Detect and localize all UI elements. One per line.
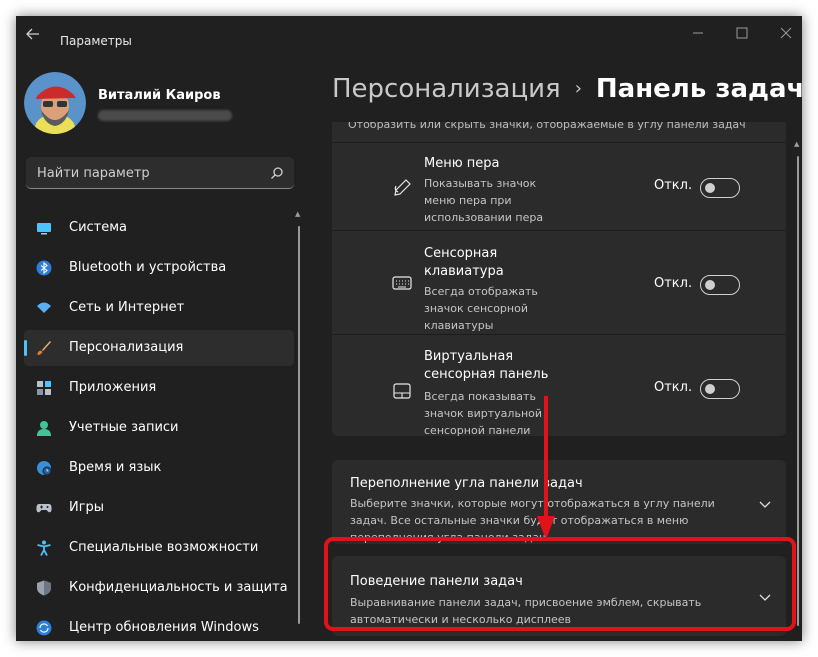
- pen-menu-toggle[interactable]: [700, 178, 740, 198]
- wifi-icon: [37, 302, 51, 313]
- pen-icon: [394, 179, 411, 196]
- sidebar-item-system[interactable]: Система: [24, 210, 294, 246]
- brush-icon: [37, 341, 51, 355]
- sidebar-item-personalization[interactable]: Персонализация: [24, 330, 294, 366]
- breadcrumb: Персонализация › Панель задач: [332, 74, 802, 104]
- toggle-state-label: Откл.: [654, 380, 693, 395]
- red-highlight-frame: [324, 537, 796, 631]
- sidebar-scroll-thumb[interactable]: [298, 226, 300, 624]
- monitor-icon: [37, 223, 51, 235]
- row-title: Меню пера: [424, 156, 500, 171]
- row-title: Сенсорная клавиатура: [424, 246, 504, 279]
- sidebar-item-accessibility[interactable]: Специальные возможности: [24, 530, 294, 566]
- back-arrow-icon[interactable]: [24, 25, 42, 43]
- setting-row-pen-menu: Меню пера Показывать значок меню пера пр…: [332, 142, 786, 230]
- taskbar-corner-overflow-card[interactable]: Переполнение угла панели задач Выберите …: [332, 460, 786, 544]
- main-scroll-thumb[interactable]: [797, 156, 799, 626]
- sidebar-item-apps[interactable]: Приложения: [24, 370, 294, 406]
- scroll-up-icon[interactable]: ▲: [295, 210, 300, 218]
- sidebar-item-network[interactable]: Сеть и Интернет: [24, 290, 294, 326]
- close-icon[interactable]: [778, 26, 794, 40]
- toggle-knob: [705, 384, 715, 394]
- toggle-state-label: Откл.: [654, 178, 693, 193]
- red-arrow-annotation: [537, 396, 555, 540]
- sidebar-item-gaming[interactable]: Игры: [24, 490, 294, 526]
- scroll-up-icon[interactable]: ▲: [794, 140, 799, 148]
- setting-row-touch-keyboard: Сенсорная клавиатура Всегда отображать з…: [332, 230, 786, 334]
- system-tray-icons-group: Отобразить или скрыть значки, отображаем…: [332, 122, 786, 437]
- minimize-icon[interactable]: [690, 26, 706, 40]
- sidebar-item-label: Конфиденциальность и защита: [69, 580, 288, 595]
- sidebar-item-bluetooth[interactable]: Bluetooth и устройства: [24, 250, 294, 286]
- virtual-touchpad-toggle[interactable]: [700, 379, 740, 399]
- row-title: Виртуальная сенсорная панель: [424, 349, 549, 382]
- sidebar-item-label: Система: [69, 220, 128, 235]
- user-name: Виталий Каиров: [98, 88, 221, 103]
- keyboard-icon: [392, 276, 412, 290]
- sidebar-item-label: Время и язык: [69, 460, 162, 475]
- avatar[interactable]: [24, 72, 86, 134]
- sidebar-item-label: Центр обновления Windows: [69, 620, 259, 635]
- sidebar-item-label: Специальные возможности: [69, 540, 259, 555]
- row-description: Показывать значок меню пера при использо…: [424, 177, 544, 224]
- globe-clock-icon: [37, 461, 52, 476]
- search-input[interactable]: Найти параметр: [26, 157, 294, 189]
- shield-icon: [37, 580, 51, 596]
- toggle-knob: [705, 280, 715, 290]
- touch-keyboard-toggle[interactable]: [700, 275, 740, 295]
- apps-icon: [37, 381, 51, 395]
- toggle-state-label: Откл.: [654, 276, 693, 291]
- settings-window: Параметры Виталий Каиров Найти параметр: [16, 16, 802, 641]
- sidebar-item-label: Сеть и Интернет: [69, 300, 185, 315]
- sidebar-nav: Система Bluetooth и устройства Сеть и Ин…: [24, 210, 294, 641]
- main-scrollbar[interactable]: ▲: [794, 140, 800, 634]
- accessibility-icon: [37, 540, 51, 556]
- setting-row-virtual-touchpad: Виртуальная сенсорная панель Всегда пока…: [332, 334, 786, 437]
- breadcrumb-parent[interactable]: Персонализация: [332, 74, 561, 104]
- row-description: Всегда отображать значок сенсорной клави…: [424, 285, 538, 332]
- sidebar-item-label: Bluetooth и устройства: [69, 260, 227, 275]
- sidebar-item-windows-update[interactable]: Центр обновления Windows: [24, 610, 294, 641]
- chevron-down-icon[interactable]: [758, 497, 772, 511]
- gamepad-icon: [36, 504, 52, 513]
- user-icon: [37, 421, 51, 436]
- bluetooth-icon: [36, 260, 52, 276]
- sidebar-item-label: Персонализация: [69, 340, 184, 355]
- sidebar-item-label: Игры: [69, 500, 105, 515]
- update-icon: [36, 620, 52, 636]
- sidebar-item-label: Учетные записи: [69, 420, 179, 435]
- search-icon[interactable]: [270, 166, 284, 180]
- active-indicator: [24, 340, 27, 356]
- sidebar-scrollbar[interactable]: ▲: [295, 210, 301, 632]
- section-description: Отобразить или скрыть значки, отображаем…: [348, 122, 746, 131]
- maximize-icon[interactable]: [734, 26, 750, 40]
- app-title: Параметры: [60, 34, 132, 48]
- sidebar-item-time-language[interactable]: Время и язык: [24, 450, 294, 486]
- user-email-blurred: [98, 110, 232, 121]
- breadcrumb-separator: ›: [574, 78, 582, 99]
- sidebar-item-privacy[interactable]: Конфиденциальность и защита: [24, 570, 294, 606]
- toggle-knob: [705, 183, 715, 193]
- page-title: Панель задач: [595, 74, 802, 104]
- sidebar-item-label: Приложения: [69, 380, 157, 395]
- touchpad-icon: [393, 383, 411, 399]
- search-placeholder: Найти параметр: [37, 166, 150, 181]
- title-bar: Параметры: [16, 16, 802, 50]
- sidebar-item-accounts[interactable]: Учетные записи: [24, 410, 294, 446]
